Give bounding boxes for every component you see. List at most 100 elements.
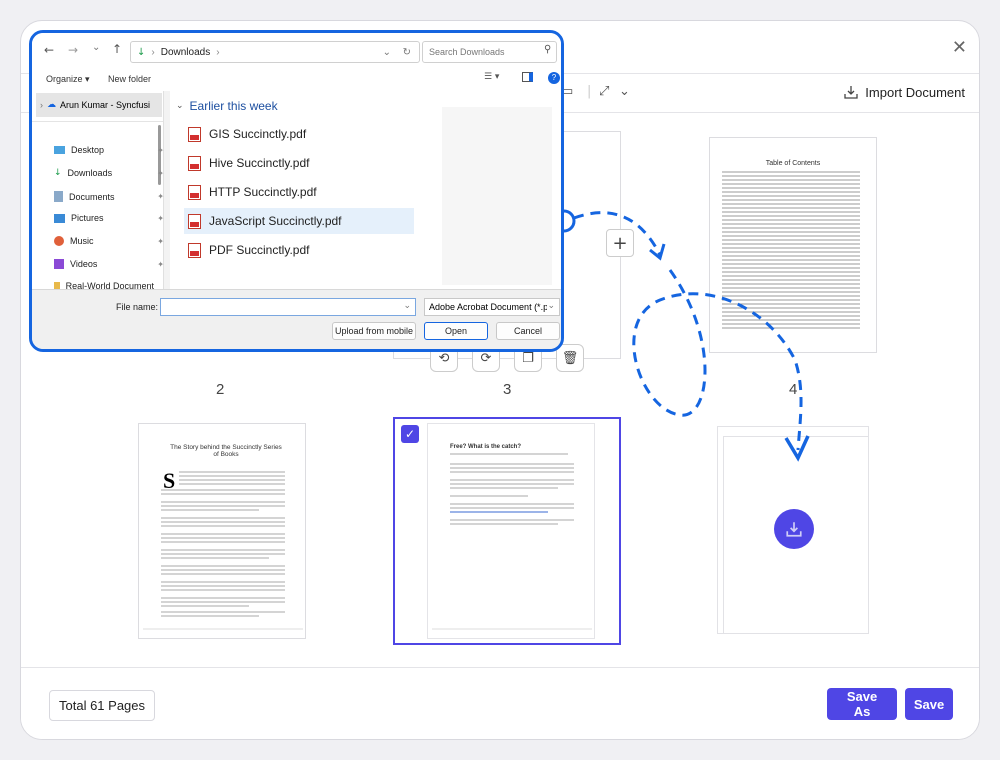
checkbox-checked-icon[interactable]: ✓ — [401, 425, 419, 443]
dialog-command-bar: Organize ▾ New folder ☰ ▾ ? — [32, 69, 561, 91]
nav-root-label: Arun Kumar - Syncfusi — [60, 100, 151, 110]
chevron-down-icon[interactable]: ⌄ — [403, 301, 411, 311]
organize-label: Organize — [46, 74, 83, 84]
breadcrumb-separator: › — [151, 46, 155, 58]
collapse-icon: ⌄ — [176, 101, 184, 111]
file-name-input[interactable]: ⌄ — [160, 298, 416, 316]
address-dropdown-icon[interactable]: ⌄ — [383, 47, 391, 58]
documents-icon — [54, 191, 63, 202]
help-icon[interactable]: ? — [548, 72, 560, 84]
nav-item-documents[interactable]: Documents ✦ — [54, 191, 164, 202]
page-thumbnail-6-selected[interactable]: ✓ Free? What is the catch? — [393, 417, 621, 645]
preview-pane-icon[interactable] — [522, 72, 533, 82]
file-name: JavaScript Succinctly.pdf — [209, 214, 342, 228]
text-lines — [143, 471, 303, 630]
file-item-selected[interactable]: JavaScript Succinctly.pdf — [184, 208, 414, 234]
nav-label: Videos — [70, 259, 98, 269]
address-bar[interactable]: ↓ › Downloads › ⌄ ↻ — [130, 41, 420, 63]
music-icon — [54, 236, 64, 246]
page-6-sheet: Free? What is the catch? — [427, 423, 595, 639]
file-type-value: Adobe Acrobat Document (*.pc — [429, 302, 553, 312]
close-icon[interactable]: ✕ — [952, 37, 967, 58]
toc-lines — [722, 171, 860, 329]
file-name: GIS Succinctly.pdf — [209, 127, 307, 141]
file-name: Hive Succinctly.pdf — [209, 156, 310, 170]
file-item[interactable]: HTTP Succinctly.pdf — [184, 179, 414, 205]
desktop-icon — [54, 146, 65, 154]
page-number-2: 2 — [216, 381, 225, 398]
save-button[interactable]: Save — [905, 688, 953, 720]
upload-from-mobile-button[interactable]: Upload from mobile — [332, 322, 416, 340]
organize-menu[interactable]: Organize ▾ — [46, 74, 90, 85]
page-thumbnail-4[interactable]: Table of Contents — [709, 137, 877, 353]
chevron-down-icon[interactable]: ⌄ — [619, 84, 630, 99]
total-pages-label: Total 61 Pages — [49, 690, 156, 721]
expand-icon: › — [40, 100, 43, 110]
pdf-file-icon — [188, 242, 201, 258]
file-item[interactable]: Hive Succinctly.pdf — [184, 150, 414, 176]
preview-area — [442, 107, 552, 285]
nav-item-downloads[interactable]: ↓ Downloads ✦ — [54, 168, 164, 178]
nav-item-music[interactable]: Music ✦ — [54, 236, 164, 246]
chevron-down-icon[interactable]: ⌄ — [547, 301, 555, 311]
import-icon — [786, 522, 802, 537]
import-icon — [844, 86, 858, 99]
group-header[interactable]: ⌄ Earlier this week — [176, 99, 278, 113]
nav-label: Documents — [69, 191, 115, 202]
insert-page-button[interactable]: + — [606, 229, 634, 257]
download-icon: ↓ — [54, 168, 62, 178]
pin-icon: ✦ — [157, 213, 164, 223]
text-lines — [432, 453, 592, 630]
back-icon[interactable]: ← — [44, 43, 54, 57]
file-item[interactable]: PDF Succinctly.pdf — [184, 237, 414, 263]
pdf-file-icon — [188, 126, 201, 142]
group-header-label: Earlier this week — [189, 99, 278, 113]
nav-divider — [32, 121, 163, 122]
pdf-file-icon — [188, 155, 201, 171]
nav-item-videos[interactable]: Videos ✦ — [54, 259, 164, 269]
nav-label: Music — [70, 236, 94, 246]
file-name: HTTP Succinctly.pdf — [209, 185, 317, 199]
upload-document-button[interactable] — [774, 509, 814, 549]
cancel-button[interactable]: Cancel — [496, 322, 560, 340]
zoom-fit-icon[interactable]: ⤢ — [599, 84, 609, 99]
pdf-file-icon — [188, 184, 201, 200]
new-folder-button[interactable]: New folder — [108, 74, 151, 84]
navigation-pane: › ☁ Arun Kumar - Syncfusi Desktop ✦ ↓ Down… — [32, 91, 164, 291]
search-input[interactable]: Search Downloads — [422, 41, 557, 63]
file-name: PDF Succinctly.pdf — [209, 243, 310, 257]
pin-icon: ✦ — [157, 192, 164, 201]
view-options-icon[interactable]: ☰ ▾ — [484, 72, 499, 82]
pin-icon: ✦ — [157, 145, 164, 155]
page-number-4: 4 — [789, 381, 798, 398]
nav-root-item[interactable]: › ☁ Arun Kumar - Syncfusi — [36, 93, 162, 117]
dialog-nav-bar: ← → ⌄ ↑ ↓ › Downloads › ⌄ ↻ Search Downl… — [32, 33, 561, 69]
pin-icon: ✦ — [157, 236, 164, 246]
recent-dropdown-icon[interactable]: ⌄ — [92, 42, 100, 53]
file-type-select[interactable]: Adobe Acrobat Document (*.pc ⌄ — [424, 298, 560, 316]
page-thumbnail-5[interactable]: The Story behind the Succinctly Series o… — [138, 423, 306, 639]
nav-label: Desktop — [71, 145, 105, 155]
refresh-icon[interactable]: ↻ — [403, 47, 411, 58]
download-icon: ↓ — [137, 46, 146, 58]
save-as-button[interactable]: Save As — [827, 688, 897, 720]
search-icon: ⚲ — [544, 44, 552, 55]
file-list-pane: ⌄ Earlier this week GIS Succinctly.pdf H… — [170, 91, 561, 289]
nav-item-pictures[interactable]: Pictures ✦ — [54, 213, 164, 223]
pin-icon: ✦ — [157, 168, 164, 178]
file-item[interactable]: GIS Succinctly.pdf — [184, 121, 414, 147]
up-icon[interactable]: ↑ — [112, 42, 122, 56]
nav-item-desktop[interactable]: Desktop ✦ — [54, 145, 164, 155]
pdf-file-icon — [188, 213, 201, 229]
pictures-icon — [54, 213, 65, 223]
page-number-3: 3 — [503, 381, 512, 398]
address-text: Downloads — [160, 46, 211, 58]
forward-icon[interactable]: → — [68, 43, 78, 57]
file-name-label: File name: — [116, 302, 159, 312]
file-open-dialog: ← → ⌄ ↑ ↓ › Downloads › ⌄ ↻ Search Downl… — [29, 30, 564, 352]
breadcrumb-separator-end: › — [216, 46, 220, 58]
pin-icon: ✦ — [157, 259, 164, 269]
import-document-button[interactable]: Import Document — [843, 84, 965, 100]
open-button[interactable]: Open — [424, 322, 488, 340]
dialog-bottom-bar: File name: ⌄ Adobe Acrobat Document (*.p… — [32, 289, 561, 349]
